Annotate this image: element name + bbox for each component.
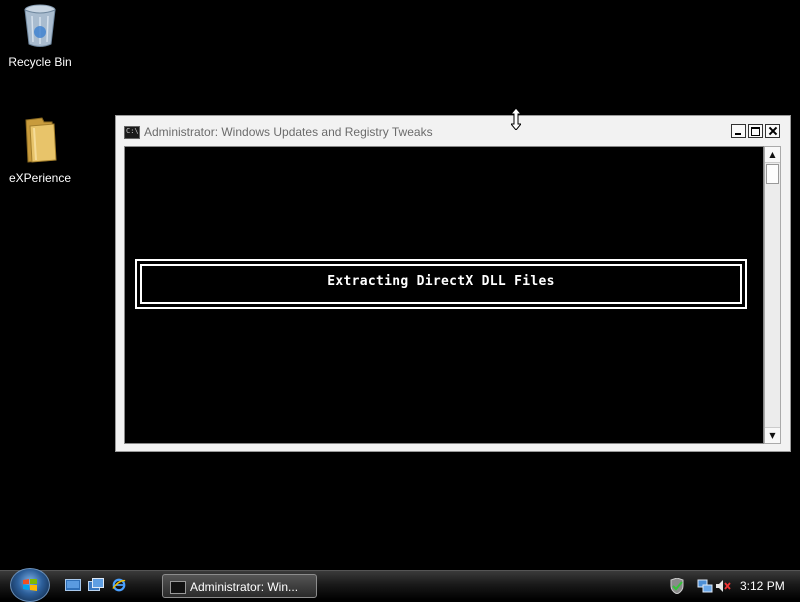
clock[interactable]: 3:12 PM <box>740 579 785 593</box>
show-desktop-icon[interactable] <box>65 578 81 592</box>
recycle-bin-icon <box>24 4 56 47</box>
internet-explorer-icon[interactable] <box>111 578 127 592</box>
command-prompt-icon <box>124 126 140 139</box>
console-output[interactable]: Extracting DirectX DLL Files <box>124 146 764 444</box>
status-banner: Extracting DirectX DLL Files <box>135 259 747 309</box>
scroll-thumb[interactable] <box>766 164 779 184</box>
desktop-icon-experience-folder[interactable]: eXPerience <box>0 116 80 185</box>
window-title: Administrator: Windows Updates and Regis… <box>144 125 433 139</box>
scroll-down-button[interactable]: ▼ <box>765 427 780 443</box>
close-button[interactable] <box>765 124 780 138</box>
network-icon[interactable] <box>697 578 713 594</box>
security-shield-icon[interactable] <box>669 578 685 594</box>
taskbar-button-console[interactable]: Administrator: Win... <box>162 574 317 598</box>
maximize-button[interactable] <box>748 124 763 138</box>
command-prompt-icon <box>170 581 186 594</box>
window-controls <box>731 124 780 138</box>
desktop-icon-label: eXPerience <box>8 171 72 185</box>
title-bar[interactable]: Administrator: Windows Updates and Regis… <box>116 116 790 146</box>
vertical-scrollbar[interactable]: ▲ ▼ <box>764 146 781 444</box>
status-message: Extracting DirectX DLL Files <box>327 274 555 289</box>
volume-muted-icon[interactable] <box>715 578 731 594</box>
switch-windows-icon[interactable] <box>88 578 104 592</box>
desktop-icon-recycle-bin[interactable]: Recycle Bin <box>0 2 80 69</box>
desktop-icon-label: Recycle Bin <box>8 55 72 69</box>
scroll-up-button[interactable]: ▲ <box>765 147 780 163</box>
minimize-button[interactable] <box>731 124 746 138</box>
taskbar: Administrator: Win... 3:12 PM <box>0 568 800 602</box>
taskbar-button-label: Administrator: Win... <box>190 580 299 594</box>
resize-cursor-icon <box>511 108 521 130</box>
start-button[interactable] <box>10 568 50 602</box>
windows-logo-icon <box>23 579 37 591</box>
console-window[interactable]: Administrator: Windows Updates and Regis… <box>115 115 791 452</box>
folder-icon <box>25 117 57 163</box>
